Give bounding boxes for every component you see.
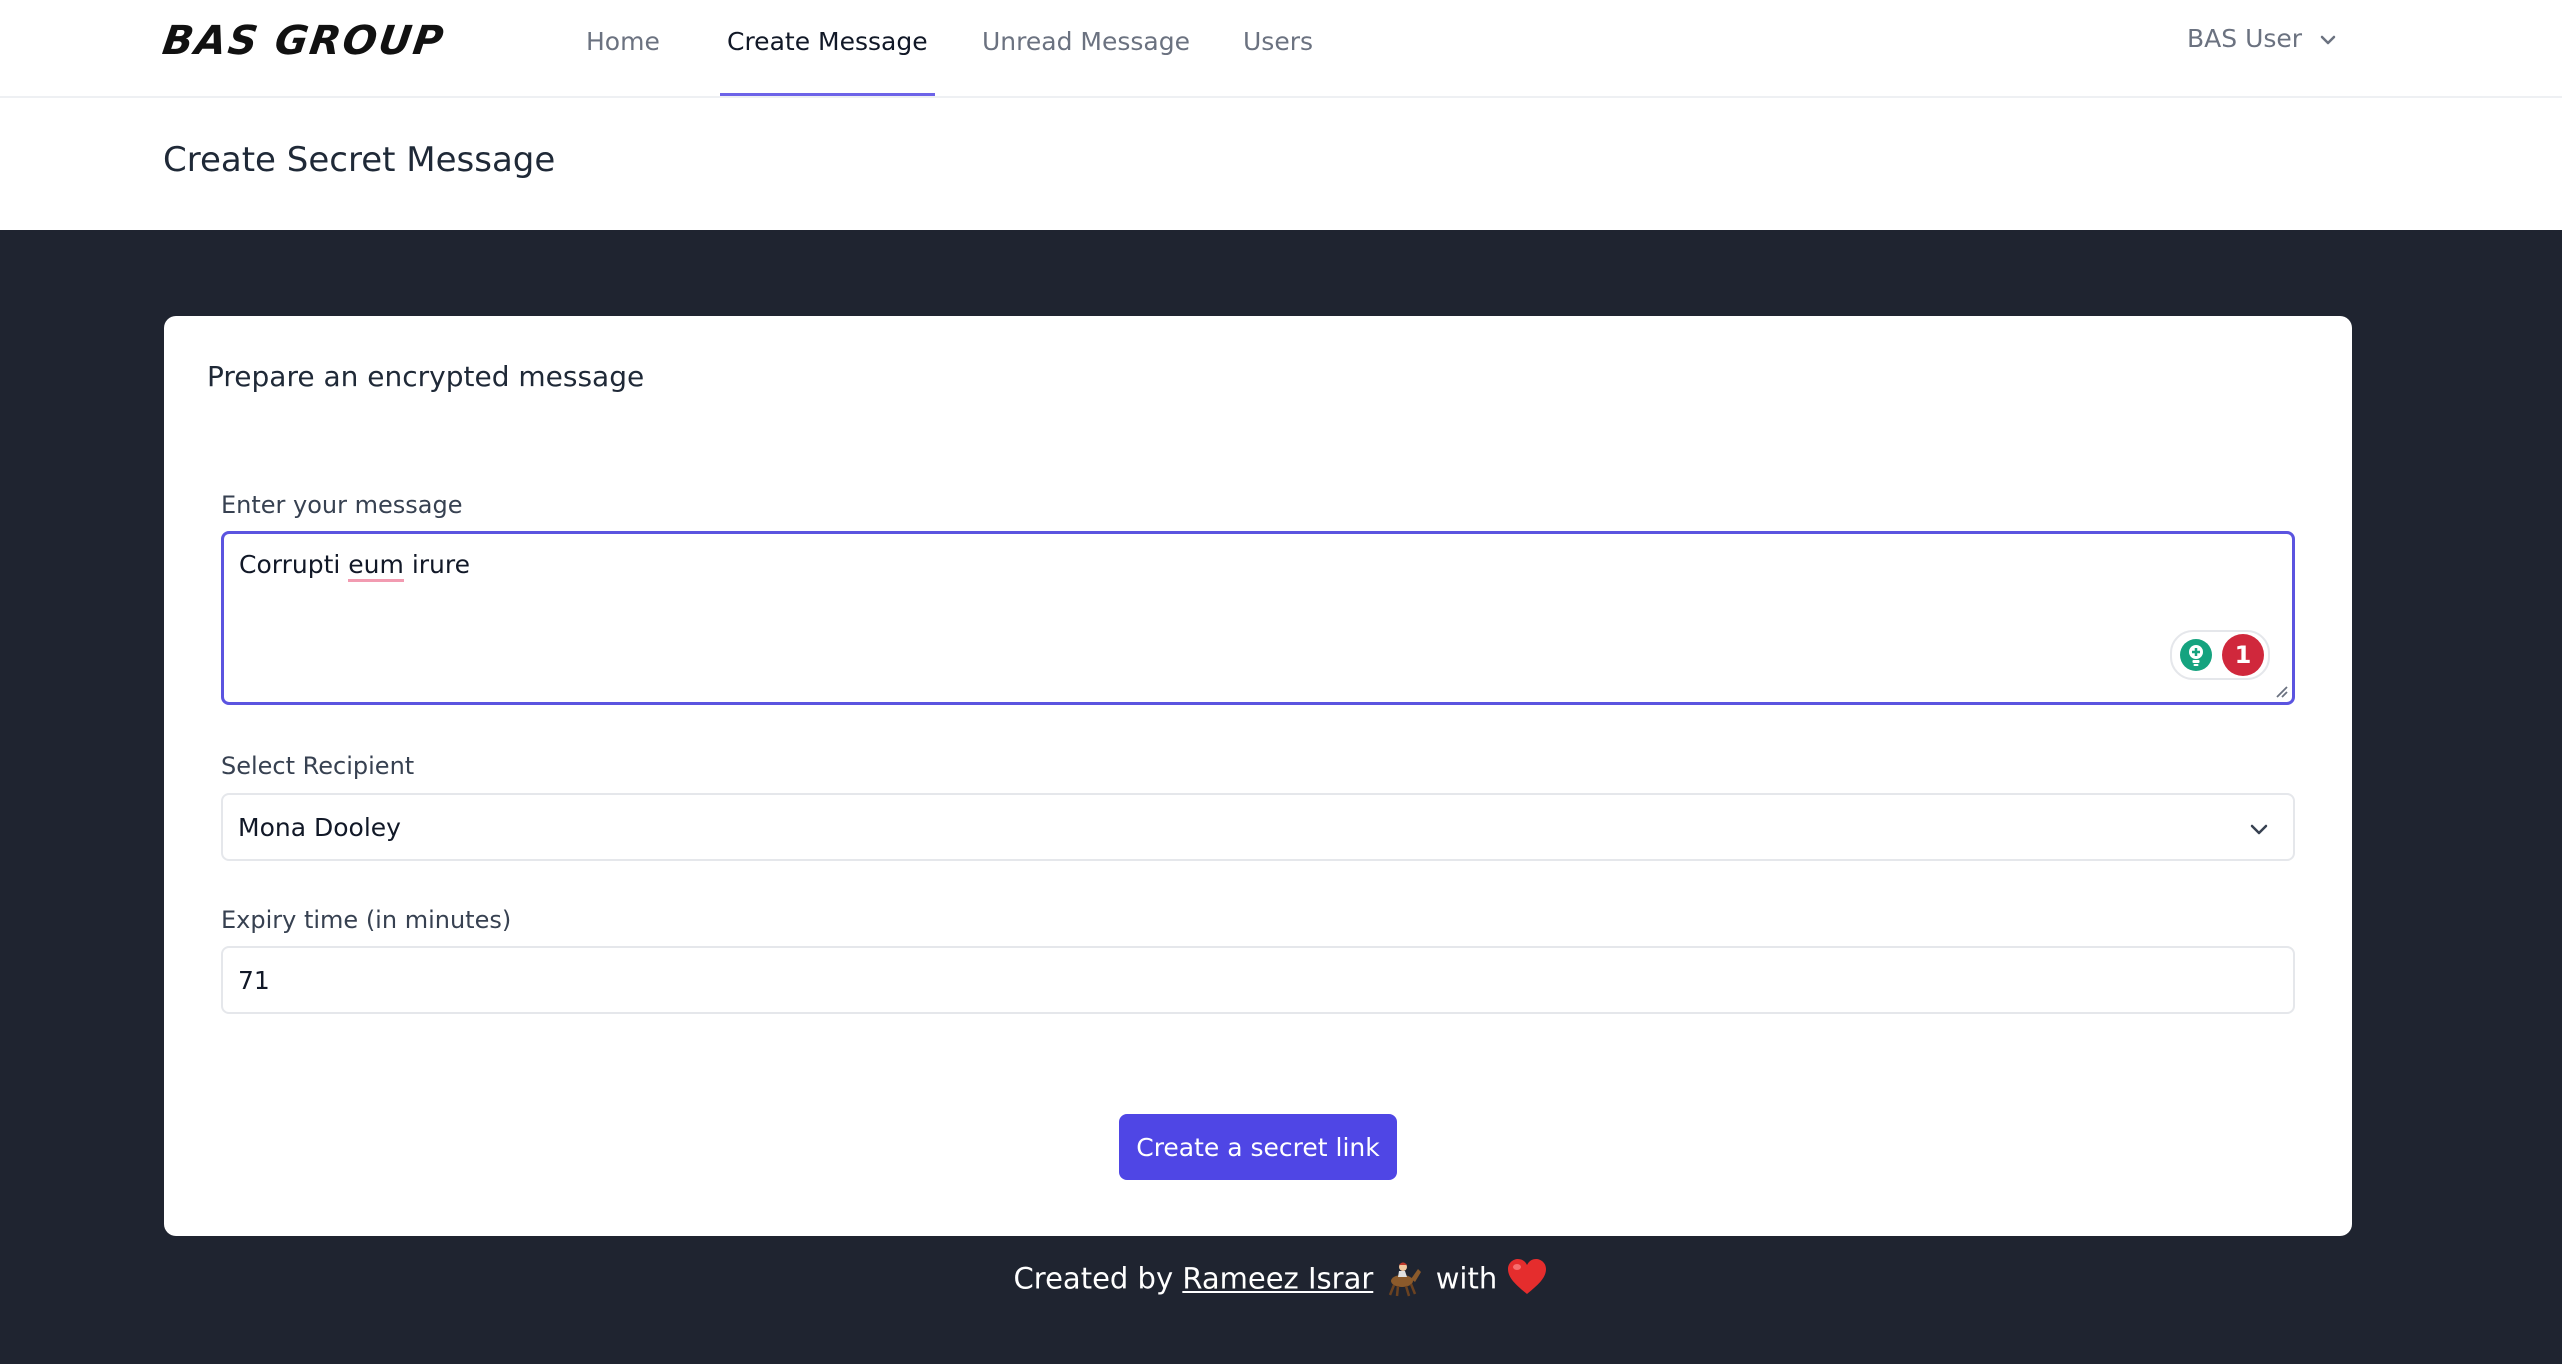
brand-logo[interactable]: BAS GROUP <box>160 18 448 64</box>
chevron-down-icon <box>2320 35 2336 45</box>
chevron-down-icon <box>2250 824 2268 835</box>
expiry-value: 71 <box>238 966 270 995</box>
user-menu[interactable]: BAS User <box>2187 24 2336 53</box>
message-textarea[interactable]: Corrupti eum irure 1 <box>221 531 2295 705</box>
nav-unread-message-link[interactable]: Unread Message <box>982 27 1190 96</box>
message-label: Enter your message <box>221 491 463 519</box>
heart-icon <box>1506 1257 1548 1304</box>
user-name: BAS User <box>2187 24 2303 53</box>
page-title: Create Secret Message <box>163 140 556 180</box>
resize-handle-icon[interactable] <box>2273 683 2289 699</box>
message-text: Corrupti eum irure <box>239 550 470 582</box>
grammar-assistant-widget[interactable]: 1 <box>2170 630 2270 680</box>
card-title: Prepare an encrypted message <box>207 360 645 393</box>
lightbulb-icon <box>2180 639 2212 671</box>
recipient-label: Select Recipient <box>221 752 415 780</box>
recipient-select[interactable]: Mona Dooley <box>221 793 2295 861</box>
expiry-label: Expiry time (in minutes) <box>221 906 512 934</box>
top-navbar: BAS GROUP Home Create Message Unread Mes… <box>0 0 2562 98</box>
footer: Created by Rameez Israr with <box>0 1255 2562 1306</box>
author-link[interactable]: Rameez Israr <box>1182 1262 1373 1296</box>
nav-users-link[interactable]: Users <box>1243 27 1313 96</box>
issue-count-badge: 1 <box>2222 634 2264 676</box>
recipient-selected-value: Mona Dooley <box>238 813 401 842</box>
horse-racing-icon <box>1382 1255 1426 1306</box>
page-header: Create Secret Message <box>0 98 2562 230</box>
footer-prefix: Created by <box>1013 1261 1174 1296</box>
nav-home-link[interactable]: Home <box>586 27 660 96</box>
footer-with: with <box>1435 1261 1498 1296</box>
expiry-input[interactable]: 71 <box>221 946 2295 1014</box>
spelling-flag: eum <box>348 550 404 582</box>
create-secret-link-button[interactable]: Create a secret link <box>1119 1114 1397 1180</box>
create-message-card: Prepare an encrypted message Enter your … <box>164 316 2352 1236</box>
nav-create-message-link[interactable]: Create Message <box>720 27 935 96</box>
